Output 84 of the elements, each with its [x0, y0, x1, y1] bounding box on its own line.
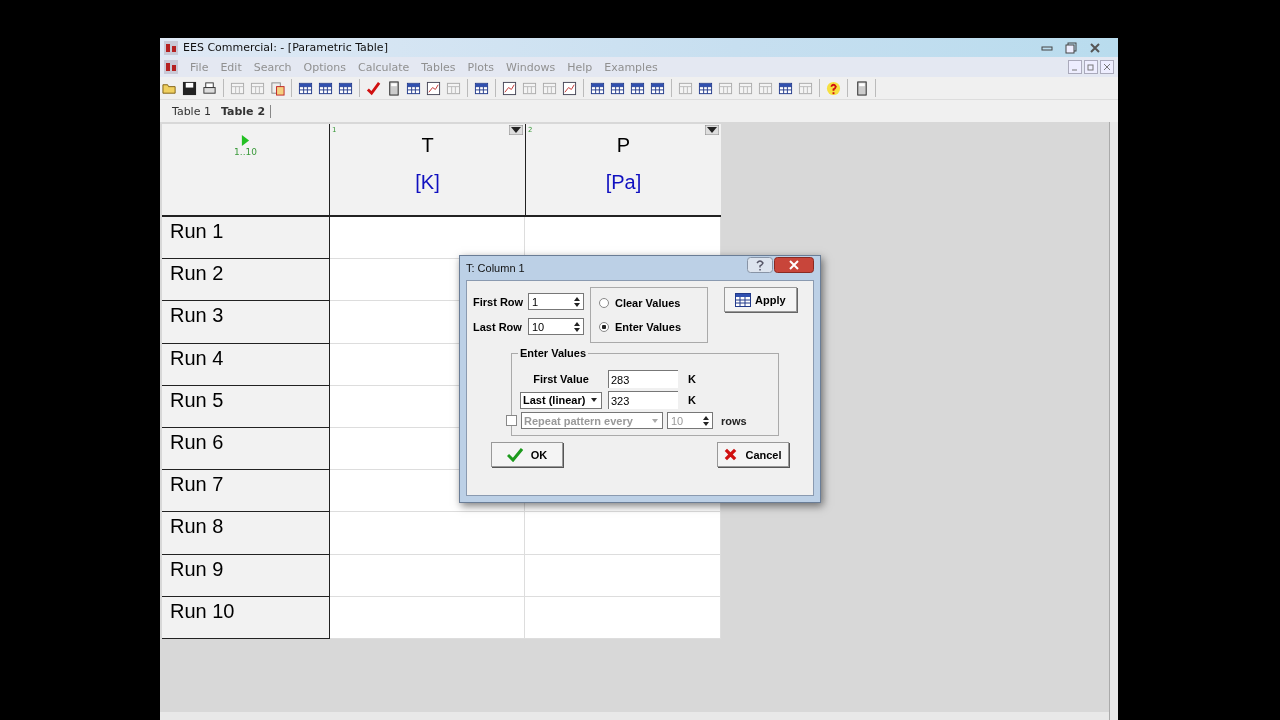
calculator-icon[interactable] [854, 80, 869, 96]
printer-icon[interactable] [202, 80, 217, 96]
table-icon[interactable] [590, 80, 605, 96]
table-icon[interactable] [338, 80, 353, 96]
table-icon [735, 292, 751, 307]
table-icon[interactable] [778, 80, 793, 96]
caret-icon [651, 417, 659, 424]
cancel-button[interactable]: Cancel [717, 442, 789, 467]
radio-label[interactable]: Enter Values [615, 321, 682, 333]
close-icon[interactable] [774, 257, 814, 273]
row-label[interactable]: Run 7 [162, 470, 330, 513]
restore-icon[interactable] [1064, 41, 1078, 54]
checkmark-icon[interactable] [366, 80, 381, 96]
field-label: Last Row [473, 320, 523, 333]
row-label[interactable]: Run 5 [162, 385, 330, 428]
table-cell[interactable] [329, 217, 526, 260]
table-icon[interactable] [298, 80, 313, 96]
spinner-arrows-icon[interactable] [573, 320, 581, 333]
table-cell[interactable] [329, 596, 526, 639]
row-label[interactable]: Run 2 [162, 259, 330, 302]
checkmark-icon [506, 447, 523, 462]
close-icon[interactable] [1100, 60, 1114, 74]
chart-icon[interactable] [502, 80, 517, 96]
table-tab[interactable]: Table 1 [172, 104, 211, 118]
cross-icon [724, 448, 738, 461]
app-logo-icon [164, 40, 178, 55]
table-cell[interactable] [329, 512, 526, 555]
unit-label: rows [721, 414, 747, 427]
dropdown-arrow-icon[interactable] [509, 125, 523, 135]
spin-field[interactable]: 10 [528, 318, 584, 335]
table-icon[interactable] [406, 80, 421, 96]
table-cell[interactable] [329, 554, 526, 597]
field-label: First Row [473, 295, 525, 308]
field-label: First Value [532, 373, 590, 385]
row-label[interactable]: Run 4 [162, 343, 330, 386]
chart-icon[interactable] [426, 80, 441, 96]
spinner-arrows-icon[interactable] [573, 295, 581, 308]
row-label[interactable]: Run 8 [162, 512, 330, 555]
table-icon[interactable] [698, 80, 713, 96]
chart-icon[interactable] [562, 80, 577, 96]
save-icon[interactable] [182, 80, 197, 96]
table-icon[interactable] [318, 80, 333, 96]
table-tab[interactable]: Table 2 [220, 104, 272, 118]
row-label[interactable]: Run 1 [162, 217, 330, 260]
column-name: T [421, 134, 434, 157]
column-name: P [616, 134, 631, 157]
table-cell[interactable] [525, 512, 721, 555]
spin-field[interactable]: 1 [528, 293, 584, 310]
row-label[interactable]: Run 3 [162, 301, 330, 344]
spinner-arrows-icon[interactable] [702, 414, 710, 427]
row-label[interactable]: Run 10 [162, 596, 330, 639]
group-title: Enter Values [518, 347, 589, 359]
help-icon[interactable] [826, 80, 841, 96]
dialog-title: T: Column 1 [466, 262, 526, 274]
radio-button[interactable] [599, 298, 609, 308]
unit-label: K [688, 373, 696, 385]
apply-button[interactable]: Apply [724, 287, 797, 312]
caret-icon [590, 397, 598, 403]
radio-button[interactable] [599, 322, 609, 332]
input-field[interactable]: 283 [608, 370, 678, 388]
calculator-icon[interactable] [386, 80, 401, 96]
unit-label: K [688, 394, 696, 406]
window-title: EES Commercial: - [Parametric Table] [183, 41, 389, 54]
close-icon[interactable] [1088, 41, 1102, 54]
scrollbar[interactable] [1109, 122, 1118, 720]
table-icon[interactable] [650, 80, 665, 96]
table-icon[interactable] [610, 80, 625, 96]
row-label[interactable]: Run 9 [162, 554, 330, 597]
row-range: 1..10 [234, 147, 257, 157]
table-cell[interactable] [525, 554, 721, 597]
dropdown-arrow-icon[interactable] [705, 125, 719, 135]
table-icon[interactable] [474, 80, 489, 96]
paste-icon[interactable] [270, 80, 285, 96]
radio-label[interactable]: Clear Values [615, 297, 681, 309]
app-logo-icon[interactable] [164, 60, 178, 74]
input-field[interactable]: 323 [608, 391, 678, 409]
dropdown[interactable]: Last (linear) [520, 391, 602, 409]
table-icon[interactable] [630, 80, 645, 96]
row-label[interactable]: Run 6 [162, 427, 330, 471]
column-unit: [K] [415, 171, 440, 194]
ok-button[interactable]: OK [491, 442, 563, 467]
column-unit: [Pa] [605, 171, 642, 194]
help-icon[interactable] [747, 257, 773, 273]
table-cell[interactable] [525, 596, 721, 639]
